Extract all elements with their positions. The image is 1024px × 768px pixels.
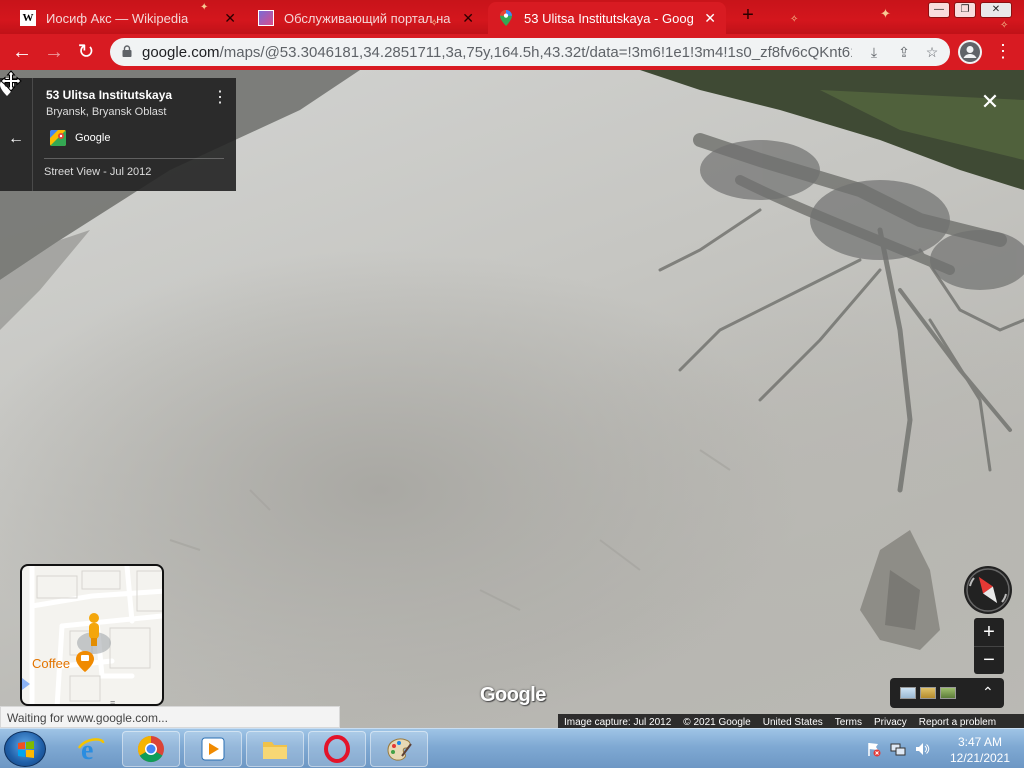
privacy-link[interactable]: Privacy <box>874 717 907 728</box>
map-footer: Image capture: Jul 2012 © 2021 Google Un… <box>558 714 1024 728</box>
close-tab-icon[interactable]: ✕ <box>224 10 236 27</box>
clock-time[interactable]: 3:47 AM <box>940 735 1020 749</box>
more-options-icon[interactable]: ⋮ <box>212 90 228 108</box>
install-app-icon[interactable]: ⤓ <box>865 43 883 61</box>
file-explorer-taskbar-button[interactable] <box>246 731 304 767</box>
tab-google-maps[interactable]: 53 Ulitsa Institutskaya - Google ✕ <box>488 2 726 34</box>
minimap-coffee-label: Coffee <box>32 656 71 671</box>
zoom-out-button[interactable]: − <box>974 646 1004 674</box>
internet-explorer-icon: e <box>77 735 105 764</box>
chevron-up-icon[interactable]: ⌃ <box>982 684 994 701</box>
browser-toolbar: ← → ↻ google.com/maps/@53.3046181,34.285… <box>0 34 1024 70</box>
file-explorer-icon <box>263 742 287 759</box>
tab-portal[interactable]: Обслуживающий портал на Г ✕ <box>248 2 484 34</box>
close-window-button[interactable]: ✕ <box>980 2 1012 18</box>
zoom-control: + − <box>974 618 1004 674</box>
minimize-window-button[interactable]: — <box>928 2 950 18</box>
share-icon[interactable]: ⇪ <box>895 43 913 61</box>
tab-title: Обслуживающий портал на Г <box>284 10 454 26</box>
google-watermark: Google <box>480 684 546 706</box>
coffee-pin-icon <box>76 651 94 672</box>
tab-title: Иосиф Акс — Wikipedia <box>46 10 189 26</box>
system-tray: 3:47 AM 12/21/2021 <box>860 731 1024 767</box>
start-button[interactable] <box>4 731 46 767</box>
profile-avatar-icon[interactable] <box>958 40 982 64</box>
report-problem-link[interactable]: Report a problem <box>919 717 996 728</box>
action-center-flag-icon[interactable] <box>866 741 882 757</box>
url-domain: google.com <box>142 44 220 61</box>
minimap-street-label: ≡ <box>110 698 115 706</box>
tab-wikipedia[interactable]: W Иосиф Акс — Wikipedia ✕ <box>10 2 246 34</box>
close-street-view-button[interactable]: ✕ <box>980 91 1000 113</box>
close-tab-icon[interactable]: ✕ <box>462 10 474 27</box>
paint-taskbar-button[interactable] <box>370 731 428 767</box>
address-bar[interactable]: google.com/maps/@53.3046181,34.2851711,3… <box>110 38 950 66</box>
url-path: /maps/@53.3046181,34.2851711,3a,75y,164.… <box>219 44 852 61</box>
imagery-layers-bar[interactable]: ⌃ <box>890 678 1004 708</box>
back-arrow-icon[interactable]: ← <box>10 41 34 65</box>
place-title[interactable]: 53 Ulitsa Institutskaya <box>46 88 172 102</box>
windows-taskbar: e 3:47 AM 12/21/2021 <box>0 728 1024 768</box>
bookmark-star-icon[interactable]: ☆ <box>923 43 941 61</box>
opera-taskbar-button[interactable] <box>308 731 366 767</box>
terms-link[interactable]: Terms <box>835 717 862 728</box>
card-divider <box>44 158 224 159</box>
layer-thumbnail[interactable] <box>940 687 956 699</box>
minimap[interactable]: ≡ Coffee <box>20 564 164 706</box>
google-maps-logo-icon <box>50 130 66 146</box>
chrome-taskbar-button[interactable] <box>122 731 180 767</box>
card-divider-vertical <box>32 78 33 191</box>
browser-menu-icon[interactable]: ⋮ <box>994 40 1012 64</box>
forward-arrow-icon[interactable]: → <box>42 41 66 65</box>
street-view-panorama[interactable]: ← 53 Ulitsa Institutskaya Bryansk, Bryan… <box>0 70 1024 728</box>
country-link[interactable]: United States <box>763 717 823 728</box>
wikipedia-icon: W <box>20 10 36 26</box>
compass-control[interactable] <box>964 566 1012 614</box>
layer-thumbnail[interactable] <box>900 687 916 699</box>
layer-thumbnail[interactable] <box>920 687 936 699</box>
new-tab-button[interactable]: + <box>738 5 758 25</box>
loading-status: Waiting for www.google.com... <box>0 706 340 728</box>
browser-tab-strip: ✦ ✧ ✦ ✧ ✦ ✧ W Иосиф Акс — Wikipedia ✕ Об… <box>0 0 1024 34</box>
move-cursor-icon <box>0 70 22 92</box>
volume-icon[interactable] <box>914 741 930 757</box>
portal-icon <box>258 10 274 26</box>
back-arrow-icon[interactable]: ← <box>8 130 24 148</box>
close-tab-icon[interactable]: ✕ <box>704 10 716 27</box>
media-player-taskbar-button[interactable] <box>184 731 242 767</box>
place-subtitle: Bryansk, Bryansk Oblast <box>46 106 167 118</box>
clock-date[interactable]: 12/21/2021 <box>940 751 1020 765</box>
author-name[interactable]: Google <box>75 132 110 144</box>
reload-icon[interactable]: ↻ <box>74 41 98 65</box>
zoom-in-button[interactable]: + <box>974 618 1004 646</box>
media-player-icon <box>201 737 225 761</box>
tab-title: 53 Ulitsa Institutskaya - Google <box>524 10 694 26</box>
maximize-window-button[interactable]: ❐ <box>954 2 976 18</box>
paint-icon <box>387 738 412 761</box>
compass-icon <box>966 568 1010 612</box>
image-capture-date: Image capture: Jul 2012 <box>564 716 672 728</box>
chrome-icon <box>137 735 164 763</box>
network-icon[interactable] <box>890 741 906 757</box>
minimap-roads: ≡ <box>22 566 162 706</box>
opera-icon <box>324 735 350 763</box>
internet-explorer-taskbar-button[interactable]: e <box>62 731 120 767</box>
windows-logo-icon <box>18 741 34 758</box>
url-text: google.com/maps/@53.3046181,34.2851711,3… <box>142 44 852 61</box>
google-maps-icon <box>498 10 514 26</box>
copyright: © 2021 Google <box>683 716 751 728</box>
location-info-card: ← 53 Ulitsa Institutskaya Bryansk, Bryan… <box>0 78 236 191</box>
lock-icon <box>122 45 132 57</box>
capture-date-label[interactable]: Street View - Jul 2012 <box>44 166 151 178</box>
